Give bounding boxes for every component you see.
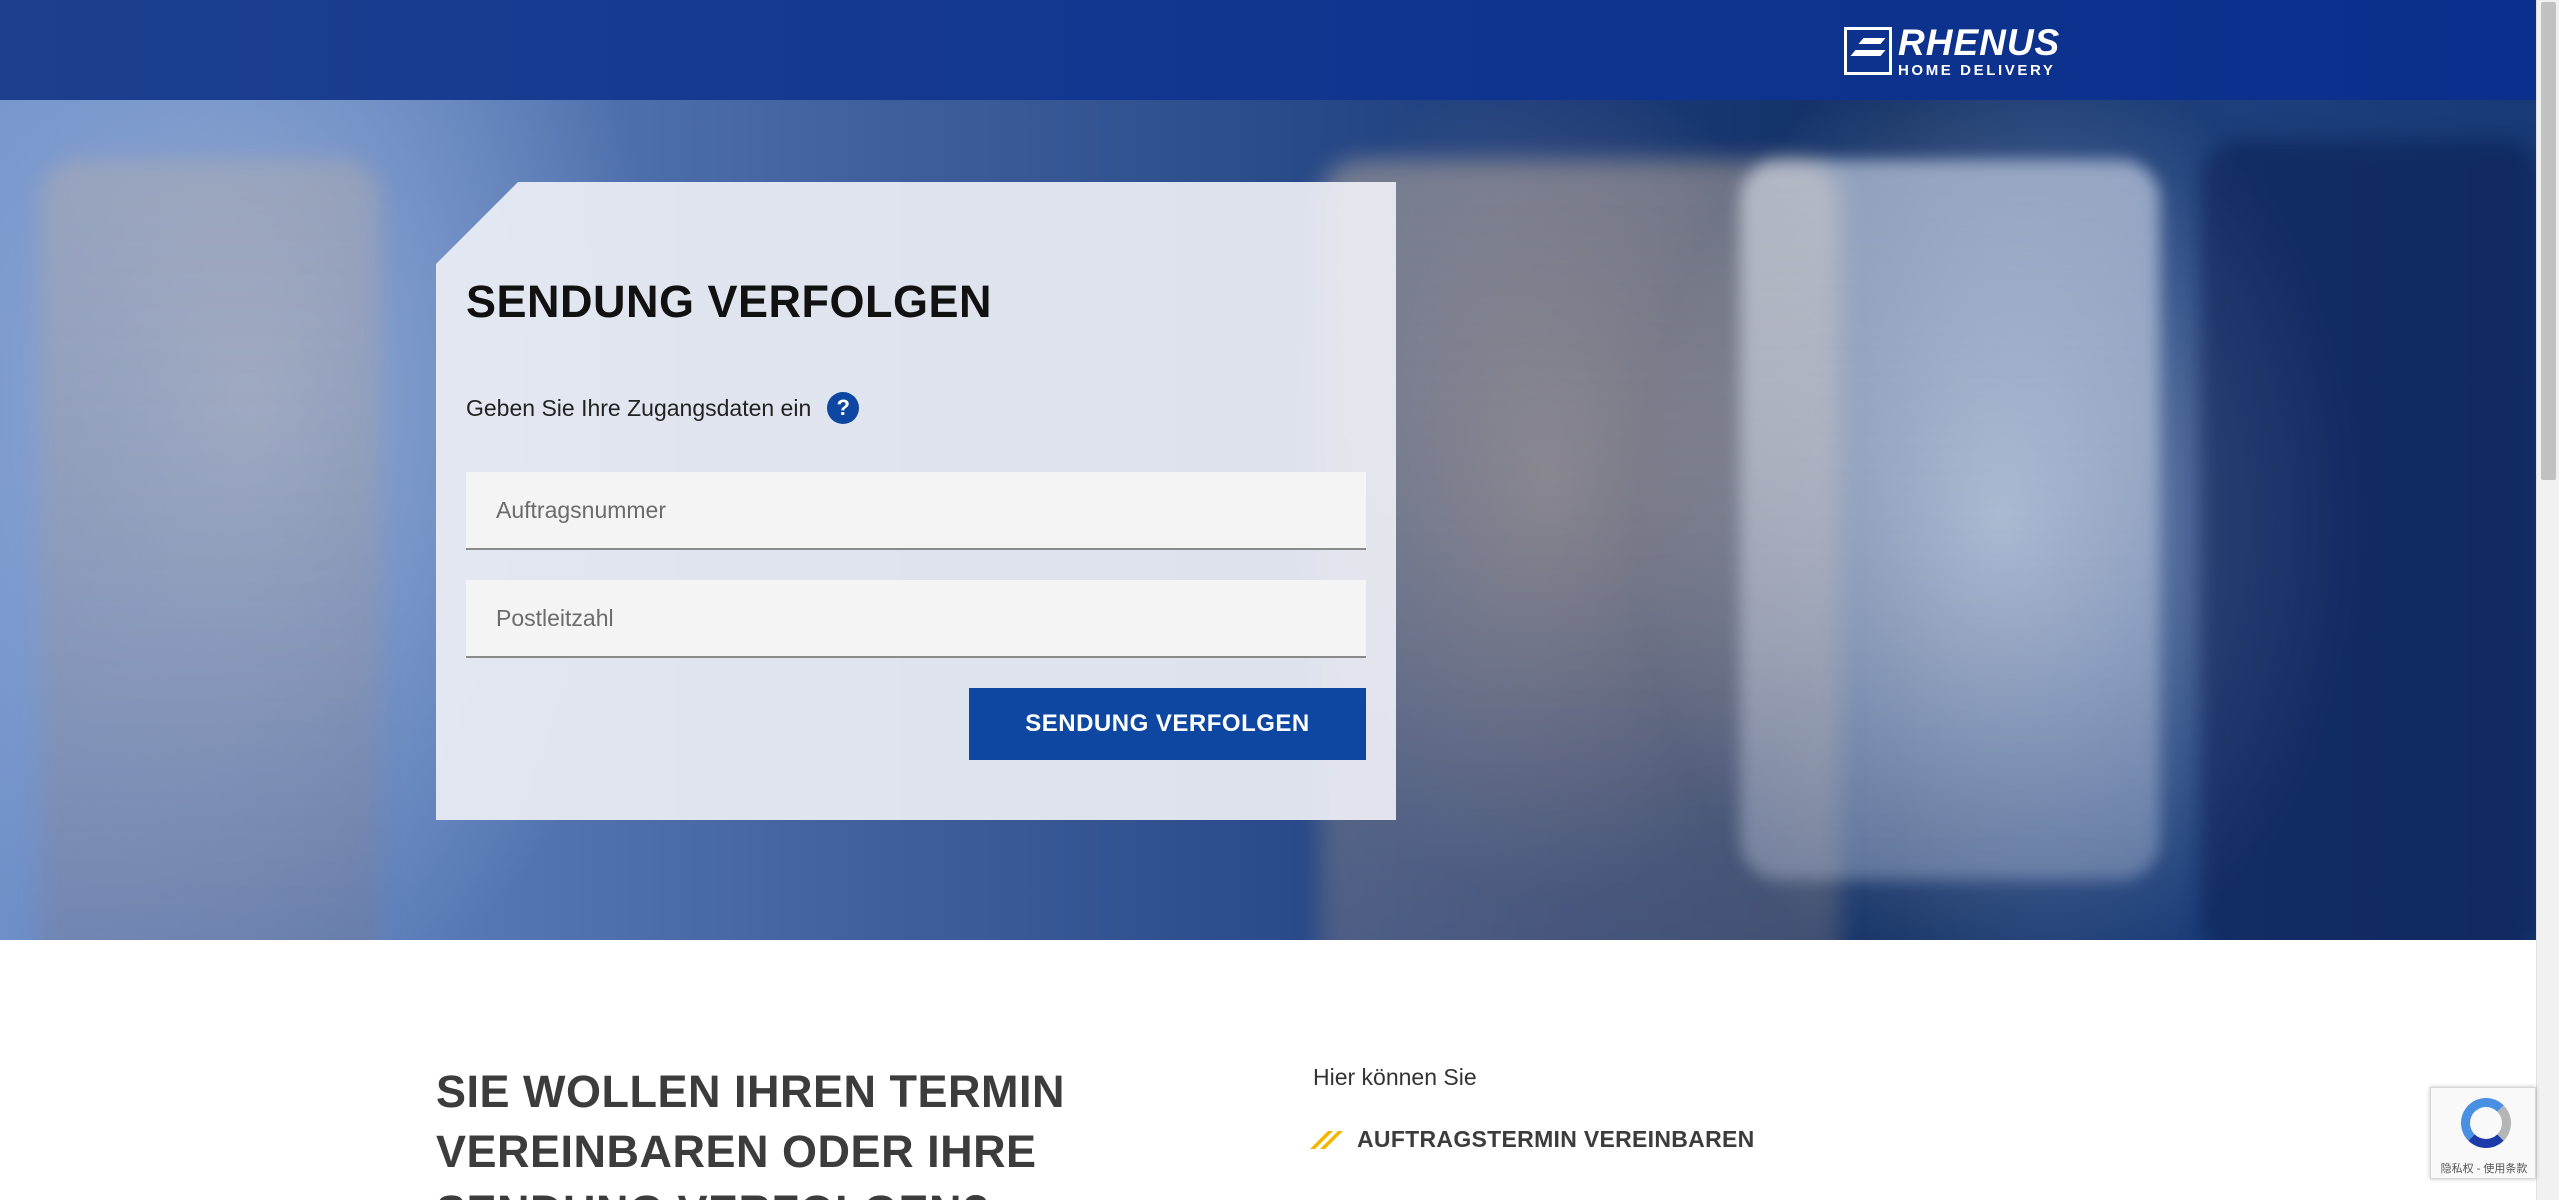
rhenus-logo-mark-icon <box>1844 27 1892 75</box>
appointment-heading: SIE WOLLEN IHREN TERMIN VEREINBAREN ODER… <box>436 1066 1065 1200</box>
scrollbar-thumb[interactable] <box>2541 2 2556 480</box>
order-number-input[interactable] <box>466 472 1366 550</box>
recaptcha-icon <box>2461 1098 2511 1148</box>
hero-image-parcel-right <box>1740 160 2160 880</box>
schedule-appointment-label: AUFTRAGSTERMIN VEREINBAREN <box>1357 1126 1755 1152</box>
recaptcha-terms[interactable]: 隐私权 - 使用条款 <box>2431 1160 2537 1176</box>
vertical-scrollbar[interactable] <box>2536 0 2559 1200</box>
site-header: RHENUS HOME DELIVERY <box>0 0 2536 100</box>
logo-brand: RHENUS <box>1898 22 2061 63</box>
rhenus-logo[interactable]: RHENUS HOME DELIVERY <box>1844 24 2060 78</box>
tracking-card: SENDUNG VERFOLGEN Geben Sie Ihre Zugangs… <box>436 182 1396 820</box>
logo-subline: HOME DELIVERY <box>1898 62 2056 79</box>
help-icon[interactable]: ? <box>827 392 860 424</box>
track-shipment-button[interactable]: SENDUNG VERFOLGEN <box>969 688 1366 760</box>
tracking-subtitle: Geben Sie Ihre Zugangsdaten ein <box>466 394 812 421</box>
hero-image-person-left <box>40 160 380 940</box>
logo-text: RHENUS HOME DELIVERY <box>1898 24 2060 78</box>
tracking-subtitle-row: Geben Sie Ihre Zugangsdaten ein ? <box>466 392 860 424</box>
page: RHENUS HOME DELIVERY SENDUNG VERFOLGEN G… <box>0 0 2536 1200</box>
postal-code-input[interactable] <box>466 580 1366 658</box>
double-slash-icon <box>1313 1131 1341 1149</box>
appointment-section: SIE WOLLEN IHREN TERMIN VEREINBAREN ODER… <box>0 940 2536 1200</box>
hero-image-person-right <box>2200 140 2536 940</box>
appointment-intro: Hier können Sie <box>1313 1064 1477 1090</box>
recaptcha-badge[interactable]: 隐私权 - 使用条款 <box>2430 1087 2536 1179</box>
tracking-title: SENDUNG VERFOLGEN <box>466 276 993 327</box>
schedule-appointment-link[interactable]: AUFTRAGSTERMIN VEREINBAREN <box>1313 1126 1755 1153</box>
